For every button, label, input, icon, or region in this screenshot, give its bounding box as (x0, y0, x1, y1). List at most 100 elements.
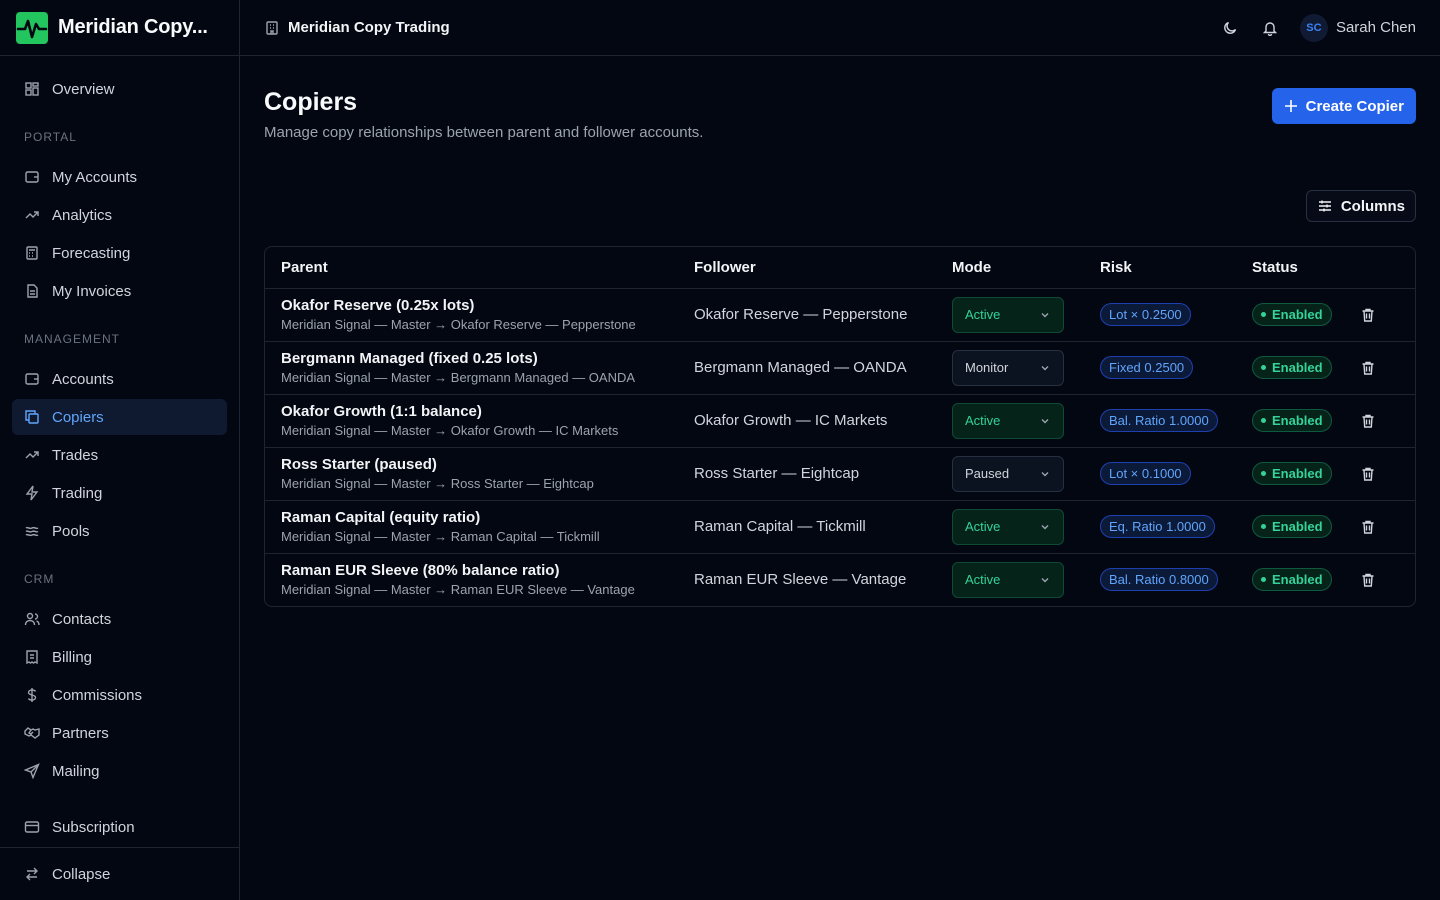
sidebar-item-analytics[interactable]: Analytics (12, 197, 227, 233)
status-badge: Enabled (1252, 409, 1332, 432)
status-cell: Enabled (1236, 288, 1344, 342)
chevron-down-icon (1041, 577, 1049, 583)
create-copier-button[interactable]: Create Copier (1271, 88, 1416, 124)
sidebar-item-label: Analytics (52, 206, 113, 224)
mode-select[interactable]: Active (952, 561, 1064, 598)
topbar: Meridian Copy Trading SC Sarah Chen (240, 0, 1440, 56)
sidebar-item-label: Partners (52, 724, 109, 742)
receipt-icon (26, 650, 38, 665)
moon-icon (1224, 21, 1237, 34)
risk-cell: Lot × 0.1000 (1084, 447, 1236, 501)
sidebar-item-forecasting[interactable]: Forecasting (12, 235, 227, 271)
sidebar-item-contacts[interactable]: Contacts (12, 601, 227, 637)
copy-path: Meridian Signal — Master → Raman EUR Sle… (281, 582, 635, 598)
sidebar-item-partners[interactable]: Partners (12, 715, 227, 751)
breadcrumb[interactable]: Meridian Copy Trading (264, 19, 450, 36)
status-label: Enabled (1272, 466, 1323, 481)
sidebar-item-label: My Invoices (52, 282, 132, 300)
table-row[interactable]: Raman EUR Sleeve (80% balance ratio) Mer… (265, 553, 1415, 606)
sidebar-item-commissions[interactable]: Commissions (12, 677, 227, 713)
sidebar-item-label: Pools (52, 522, 90, 540)
theme-toggle-button[interactable] (1220, 18, 1240, 38)
trash-icon[interactable] (1360, 519, 1376, 535)
trash-icon[interactable] (1360, 360, 1376, 376)
wallet-icon (25, 373, 39, 385)
parent-cell: Bergmann Managed (fixed 0.25 lots) Merid… (265, 341, 678, 395)
status-dot-icon (1261, 577, 1266, 583)
copiers-table: Parent Follower Mode Risk Status Okafor … (264, 246, 1416, 607)
sidebar-item-copiers[interactable]: Copiers (12, 399, 227, 435)
risk-cell: Fixed 0.2500 (1084, 341, 1236, 395)
parent-cell: Okafor Growth (1:1 balance) Meridian Sig… (265, 394, 678, 448)
sidebar-item-mailing[interactable]: Mailing (12, 753, 227, 789)
chevron-down-icon (1041, 365, 1049, 370)
copy-path: Meridian Signal — Master → Okafor Growth… (281, 423, 619, 438)
column-header-follower[interactable]: Follower (678, 247, 936, 289)
section-portal: PORTAL (24, 130, 77, 144)
user-menu[interactable]: SC Sarah Chen (1299, 13, 1416, 42)
plus-icon (1284, 100, 1297, 112)
copy-path: Meridian Signal — Master → Raman Capital… (281, 529, 600, 544)
trash-icon[interactable] (1360, 466, 1376, 482)
sidebar-item-trades[interactable]: Trades (12, 437, 227, 473)
sidebar-item-overview[interactable]: Overview (12, 71, 227, 107)
column-header-status[interactable]: Status (1236, 247, 1344, 289)
follower-name: Okafor Growth — IC Markets (694, 412, 888, 429)
zap-icon (25, 485, 39, 501)
columns-label: Columns (1340, 197, 1405, 215)
column-header-mode[interactable]: Mode (936, 247, 1084, 289)
mode-value: Monitor (965, 360, 1009, 375)
sidebar-item-trading[interactable]: Trading (12, 475, 227, 511)
risk-badge: Bal. Ratio 0.8000 (1100, 568, 1218, 592)
table-row[interactable]: Okafor Reserve (0.25x lots) Meridian Sig… (265, 288, 1415, 342)
mode-value: Active (965, 413, 1001, 428)
mode-select[interactable]: Active (952, 508, 1064, 545)
mode-select[interactable]: Active (952, 402, 1064, 439)
calculator-icon (26, 246, 38, 260)
trash-icon[interactable] (1360, 413, 1376, 429)
file-text-icon (27, 284, 38, 298)
collapse-label: Collapse (52, 865, 111, 883)
status-dot-icon (1261, 312, 1266, 317)
trash-icon[interactable] (1360, 572, 1376, 588)
table-row[interactable]: Raman Capital (equity ratio) Meridian Si… (265, 500, 1415, 554)
sidebar-item-label: Copiers (52, 408, 104, 426)
sidebar-item-billing[interactable]: Billing (12, 639, 227, 675)
chevron-down-icon (1041, 418, 1049, 423)
sidebar-item-accounts[interactable]: Accounts (12, 361, 227, 397)
parent-name: Bergmann Managed (fixed 0.25 lots) (281, 350, 538, 367)
user-name: Sarah Chen (1335, 19, 1416, 36)
mode-select[interactable]: Monitor (952, 349, 1064, 386)
follower-name: Bergmann Managed — OANDA (694, 359, 907, 376)
breadcrumb-label: Meridian Copy Trading (288, 19, 450, 36)
sidebar-item-my-invoices[interactable]: My Invoices (12, 273, 227, 309)
parent-name: Ross Starter (paused) (281, 456, 437, 473)
notifications-button[interactable] (1260, 18, 1280, 38)
column-header-parent[interactable]: Parent (265, 247, 678, 289)
risk-badge: Fixed 0.2500 (1100, 356, 1194, 379)
table-row[interactable]: Bergmann Managed (fixed 0.25 lots) Merid… (265, 341, 1415, 395)
mode-select[interactable]: Paused (952, 455, 1064, 492)
trash-icon[interactable] (1360, 307, 1376, 323)
risk-cell: Bal. Ratio 0.8000 (1084, 553, 1236, 606)
actions-cell (1344, 447, 1415, 501)
table-row[interactable]: Okafor Growth (1:1 balance) Meridian Sig… (265, 394, 1415, 448)
sidebar-item-label: My Accounts (52, 168, 138, 186)
columns-button[interactable]: Columns (1305, 190, 1416, 222)
follower-cell: Okafor Reserve — Pepperstone (678, 288, 936, 342)
sidebar-item-pools[interactable]: Pools (12, 513, 227, 549)
sidebar-item-subscription[interactable]: Subscription (12, 809, 227, 845)
sidebar-item-my-accounts[interactable]: My Accounts (12, 159, 227, 195)
table-row[interactable]: Ross Starter (paused) Meridian Signal — … (265, 447, 1415, 501)
column-header-risk[interactable]: Risk (1084, 247, 1236, 289)
bell-icon (1262, 21, 1278, 36)
arrows-left-right-icon (26, 867, 38, 881)
collapse-button[interactable]: Collapse (12, 856, 227, 892)
mode-select[interactable]: Active (952, 296, 1064, 333)
avatar: SC (1299, 13, 1328, 42)
status-label: Enabled (1272, 413, 1323, 428)
follower-name: Ross Starter — Eightcap (694, 465, 860, 482)
brand[interactable]: Meridian Copy... (0, 0, 239, 56)
risk-badge: Lot × 0.2500 (1100, 303, 1191, 326)
copy-path: Meridian Signal — Master → Okafor Reserv… (281, 317, 636, 332)
